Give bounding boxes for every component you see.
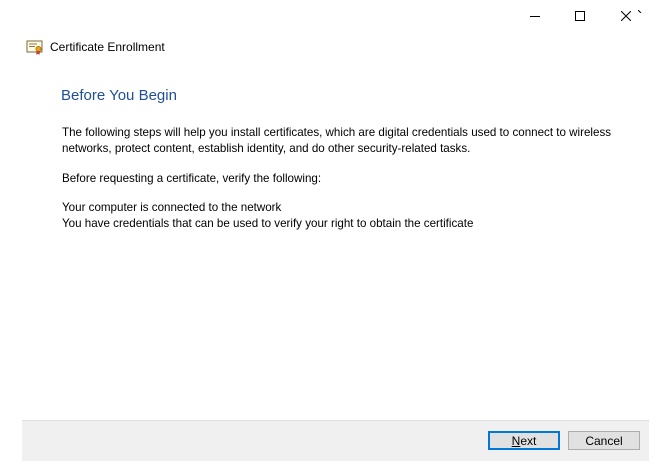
verify-prompt: Before requesting a certificate, verify … xyxy=(62,172,322,185)
cancel-button[interactable]: Cancel xyxy=(568,431,640,450)
certificate-enrollment-window: Certificate Enrollment Before You Begin … xyxy=(0,0,658,470)
minimize-icon xyxy=(530,11,540,21)
requirement-item: You have credentials that can be used to… xyxy=(62,217,474,230)
minimize-button[interactable] xyxy=(512,0,558,32)
certificate-icon xyxy=(26,39,44,56)
next-label: ext xyxy=(520,433,537,448)
window-title: Certificate Enrollment xyxy=(50,40,165,54)
intro-text: The following steps will help you instal… xyxy=(62,126,612,155)
maximize-button[interactable] xyxy=(557,0,603,32)
maximize-icon xyxy=(575,11,585,21)
requirements-list: Your computer is connected to the networ… xyxy=(62,200,473,232)
requirement-item: Your computer is connected to the networ… xyxy=(62,201,282,214)
close-icon xyxy=(621,11,631,21)
next-button[interactable]: Next xyxy=(488,431,560,450)
close-button[interactable] xyxy=(603,0,649,32)
page-heading: Before You Begin xyxy=(61,87,177,104)
wizard-footer: Next Cancel xyxy=(22,420,649,461)
next-accelerator: N xyxy=(511,433,521,448)
wizard-header: Certificate Enrollment xyxy=(26,38,165,56)
